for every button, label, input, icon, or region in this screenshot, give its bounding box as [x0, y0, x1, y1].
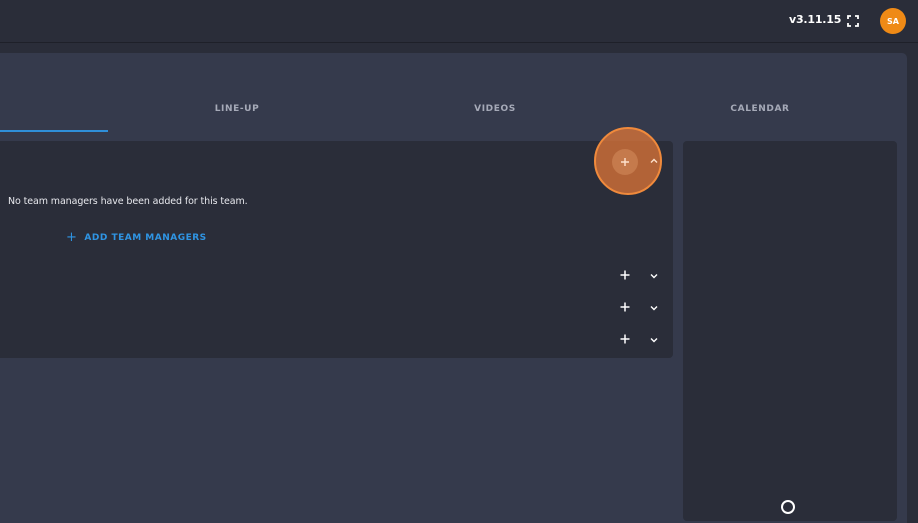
search-icon	[781, 500, 795, 514]
add-team-managers-label: ADD TEAM MANAGERS	[84, 232, 207, 243]
empty-team-managers-message: No team managers have been added for thi…	[8, 196, 248, 207]
plus-icon: +	[66, 230, 78, 245]
tab-overview[interactable]	[0, 104, 108, 126]
version-label: v3.11.15	[789, 13, 842, 26]
top-bar: v3.11.15 SA	[0, 0, 918, 43]
chevron-down-icon[interactable]	[646, 300, 662, 316]
add-team-managers-button[interactable]: + ADD TEAM MANAGERS	[66, 231, 207, 244]
active-tab-indicator	[0, 130, 108, 132]
chevron-up-icon[interactable]	[646, 153, 662, 169]
chevron-down-icon[interactable]	[646, 332, 662, 348]
side-panel	[683, 141, 897, 521]
team-sections-panel	[0, 141, 673, 358]
user-avatar[interactable]: SA	[880, 8, 906, 34]
tab-calendar[interactable]: CALENDAR	[710, 104, 810, 126]
add-section-3-icon[interactable]	[617, 299, 633, 315]
chevron-down-icon[interactable]	[646, 268, 662, 284]
fullscreen-icon[interactable]	[846, 13, 860, 27]
add-section-2-icon[interactable]	[617, 267, 633, 283]
tab-line-up[interactable]: LINE-UP	[187, 104, 287, 126]
add-team-manager-icon[interactable]	[617, 154, 633, 170]
add-section-4-icon[interactable]	[617, 331, 633, 347]
tab-videos[interactable]: VIDEOS	[445, 104, 545, 126]
